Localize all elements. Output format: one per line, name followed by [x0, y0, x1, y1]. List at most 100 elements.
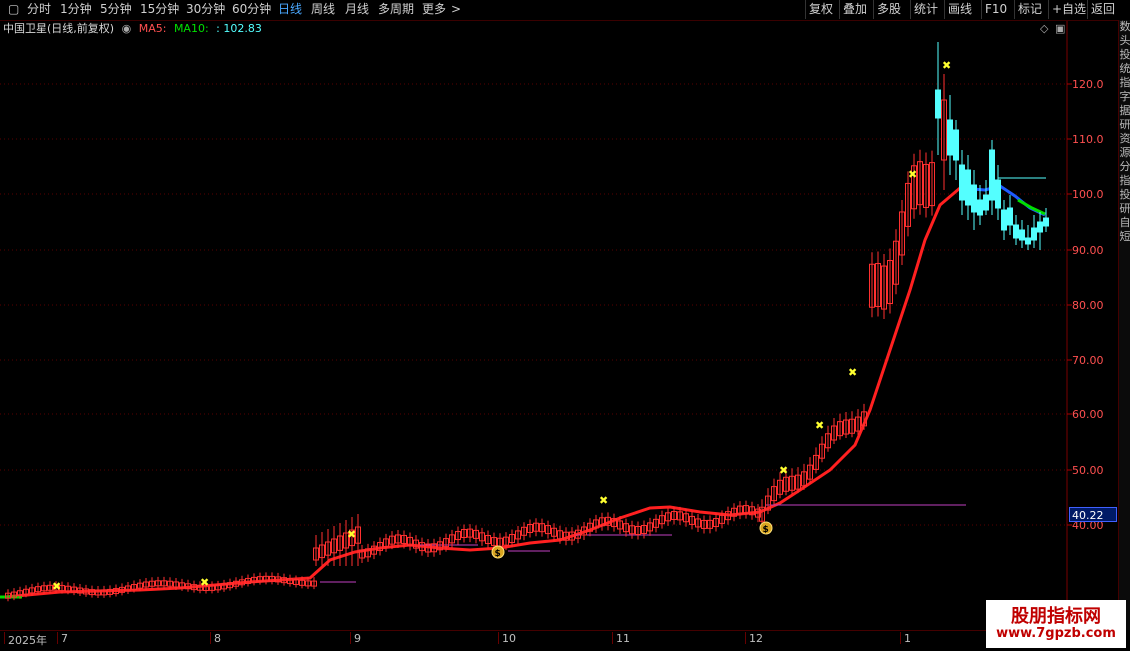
price-tick-label: 70.00 [1072, 354, 1104, 367]
money-bag-glyph: $ [495, 549, 501, 559]
date-axis: 2025年 7 8 9 10 11 12 1 [0, 630, 1118, 651]
huaxian-button[interactable]: 画线 [944, 0, 975, 19]
tab-month[interactable]: 月线 [342, 0, 372, 19]
watermark-url: www.7gpzb.com [996, 626, 1116, 641]
kline-chart[interactable]: 120.0 110.0 100.0 90.00 80.00 70.00 60.00 50.00… [0, 0, 1130, 650]
signal-star-icon: ✖ [848, 366, 857, 379]
signal-star-icon: ✖ [815, 419, 824, 432]
ma5-label: MA5: [138, 22, 167, 35]
tab-day[interactable]: 日线 [275, 0, 305, 19]
side-strip-char: 研 [1119, 118, 1130, 131]
diamond-icon[interactable]: ◇ [1040, 22, 1048, 35]
side-strip-char: 投 [1119, 188, 1130, 201]
watermark-logo: 股朋指标网 www.7gpzb.com [986, 600, 1126, 648]
add-watchlist-button[interactable]: +自选 [1048, 0, 1089, 19]
tongji-button[interactable]: 统计 [910, 0, 941, 19]
period-toolbar: 分时 1分钟 5分钟 15分钟 30分钟 60分钟 日线 周线 月线 多周期 更… [0, 0, 1130, 21]
side-strip-char: 字 [1119, 90, 1130, 103]
candle-body [953, 129, 959, 161]
indicator-toggle-icon[interactable]: ◉ [122, 22, 132, 35]
signal-star-icon: ✖ [779, 464, 788, 477]
date-axis-label: 2025年 [4, 632, 47, 647]
candle-body [1013, 224, 1019, 239]
signal-star-icon: ✖ [908, 168, 917, 181]
side-strip-char: 分 [1119, 160, 1130, 173]
candle-body [1043, 217, 1049, 227]
candle-body [983, 194, 989, 211]
side-strip-char: 数 [1119, 20, 1130, 33]
tab-week[interactable]: 周线 [308, 0, 338, 19]
candle-body [995, 179, 1001, 209]
toolbar-box-icon[interactable]: ▢ [5, 0, 22, 19]
fuquan-button[interactable]: 复权 [805, 0, 836, 19]
tab-60min[interactable]: 60分钟 [229, 0, 274, 19]
tab-fenshi[interactable]: 分时 [24, 0, 54, 19]
signal-star-icon: ✖ [599, 494, 608, 507]
price-tick-label: 100.0 [1072, 188, 1104, 201]
side-strip-char: 统 [1119, 62, 1130, 75]
side-strip-char: 头 [1119, 34, 1130, 47]
signal-star-icon: ✖ [52, 580, 61, 593]
date-axis-label: 7 [57, 632, 68, 645]
f10-button[interactable]: F10 [981, 0, 1010, 19]
side-strip-char: 研 [1119, 202, 1130, 215]
panel-toggle-icon[interactable]: ▣ [1055, 22, 1065, 35]
chart-title-bar: 中国卫星(日线,前复权) ◉ MA5: MA10: : 102.83 [3, 21, 266, 37]
candle-body [971, 184, 977, 213]
side-strip-char: 资 [1119, 132, 1130, 145]
price-tick-label: 60.00 [1072, 408, 1104, 421]
price-tick-label: 80.00 [1072, 299, 1104, 312]
candle-body [1019, 229, 1025, 241]
current-price-tag: 40.22 [1069, 507, 1117, 522]
biaoji-button[interactable]: 标记 [1014, 0, 1045, 19]
signal-star-icon: ✖ [200, 576, 209, 589]
duogu-button[interactable]: 多股 [873, 0, 904, 19]
price-tick-label: 110.0 [1072, 133, 1104, 146]
date-axis-label: 1 [900, 632, 911, 645]
tab-multi-period[interactable]: 多周期 [375, 0, 417, 19]
side-strip-char: 自 [1119, 216, 1130, 229]
candle-body [1037, 221, 1043, 233]
side-strip-char: 据 [1119, 104, 1130, 117]
date-axis-label: 11 [612, 632, 630, 645]
stock-title: 中国卫星(日线,前复权) [3, 22, 115, 35]
signal-star-icon: ✖ [347, 528, 356, 541]
tab-1min[interactable]: 1分钟 [57, 0, 95, 19]
side-strip-char: 指 [1119, 174, 1130, 187]
signal-star-icon: ✖ [942, 59, 951, 72]
candle-body [1001, 209, 1007, 231]
candle-body [1031, 227, 1037, 241]
ma10-green-segment [1017, 198, 1046, 216]
tab-30min[interactable]: 30分钟 [183, 0, 228, 19]
candle-body [989, 149, 995, 201]
tab-5min[interactable]: 5分钟 [97, 0, 135, 19]
diejia-button[interactable]: 叠加 [839, 0, 870, 19]
more-arrow-icon[interactable]: > [448, 0, 464, 19]
side-strip-char: 短 [1119, 230, 1130, 243]
price-tick-label: 50.00 [1072, 464, 1104, 477]
price-tick-label: 90.00 [1072, 244, 1104, 257]
date-axis-label: 10 [498, 632, 516, 645]
side-info-strip[interactable]: 数头投统指字据研资源分指投研自短 [1118, 20, 1130, 630]
side-strip-char: 投 [1119, 48, 1130, 61]
candle-body [947, 119, 953, 156]
tab-more[interactable]: 更多 [419, 0, 449, 19]
money-bag-glyph: $ [763, 525, 769, 535]
price-tick-label: 120.0 [1072, 78, 1104, 91]
candle-body [1025, 237, 1031, 245]
side-strip-char: 指 [1119, 76, 1130, 89]
date-axis-label: 12 [745, 632, 763, 645]
candle-body [959, 164, 965, 201]
candle-body [977, 199, 983, 216]
candle-body [965, 169, 971, 206]
date-axis-label: 9 [350, 632, 361, 645]
watermark-name: 股朋指标网 [1011, 606, 1101, 627]
ma10-label: MA10: [173, 22, 209, 35]
date-axis-label: 8 [210, 632, 221, 645]
side-strip-char: 源 [1119, 146, 1130, 159]
tab-15min[interactable]: 15分钟 [137, 0, 182, 19]
candle-body [1007, 207, 1013, 226]
back-button[interactable]: 返回 [1087, 0, 1118, 19]
candle-body [935, 89, 941, 119]
ma10-value: : 102.83 [216, 22, 262, 35]
